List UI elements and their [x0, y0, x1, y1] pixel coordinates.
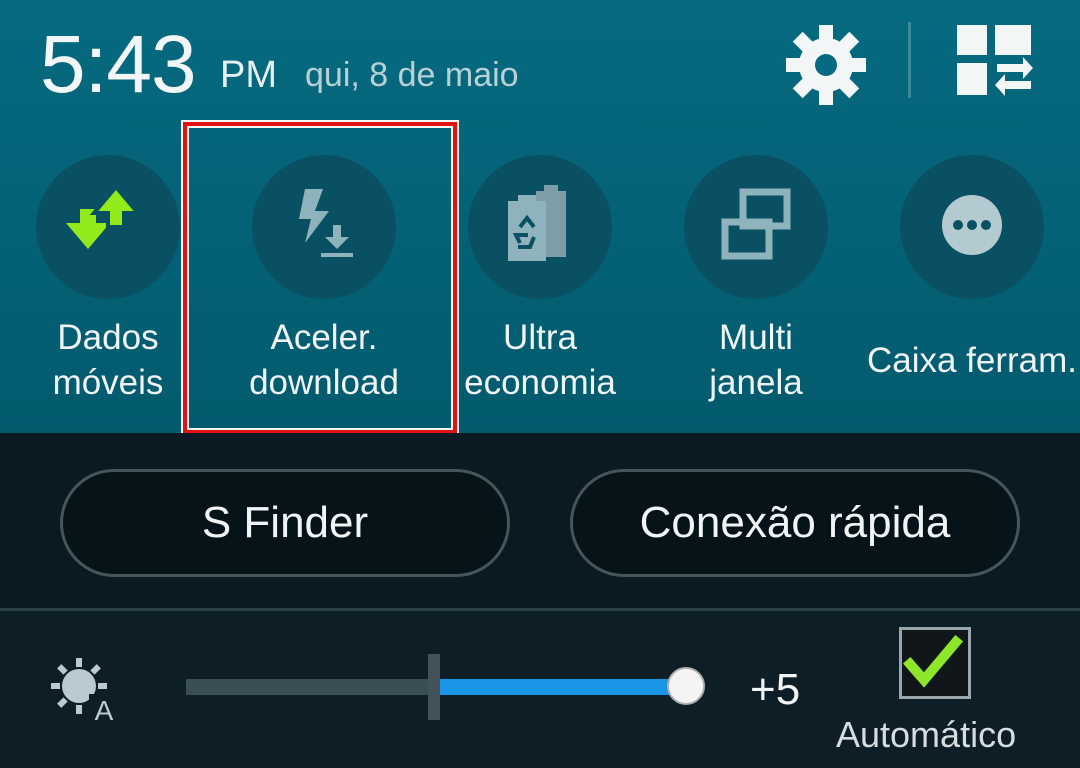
grid-swap-icon[interactable] — [957, 25, 1033, 97]
svg-text:A: A — [95, 695, 114, 724]
toggle-multi-window[interactable]: Multi janela — [648, 155, 864, 425]
gear-icon[interactable] — [783, 22, 869, 108]
auto-brightness-icon: A — [45, 654, 119, 726]
brightness-slider-midmark — [428, 654, 440, 720]
toolbox-icon — [940, 193, 1004, 262]
ultra-power-saving-icon — [502, 184, 578, 270]
brightness-level-label: +5 — [750, 665, 801, 714]
toggle-download-booster[interactable]: Aceler. download — [216, 155, 432, 425]
toggle-circle — [36, 155, 180, 299]
clock-ampm: PM — [220, 54, 277, 96]
toggle-circle — [252, 155, 396, 299]
quick-connect-button[interactable]: Conexão rápida — [570, 469, 1020, 577]
mobile-data-icon — [62, 179, 154, 276]
clock-time: 5:43 — [40, 19, 197, 110]
toggle-circle — [900, 155, 1044, 299]
toggle-label: Ultra economia — [464, 318, 616, 402]
toggle-label: Dados móveis — [52, 318, 164, 402]
toggle-label: Caixa ferram. — [866, 341, 1078, 380]
toggle-circle — [468, 155, 612, 299]
toggle-ultra-power-saving[interactable]: Ultra economia — [432, 155, 648, 425]
multi-window-icon — [719, 188, 793, 267]
check-icon — [902, 634, 964, 688]
auto-brightness-checkbox[interactable] — [899, 627, 971, 699]
brightness-slider-thumb[interactable] — [667, 667, 705, 705]
toggle-circle — [684, 155, 828, 299]
brightness-slider-fill — [434, 679, 686, 695]
toggle-toolbox[interactable]: Caixa ferram. — [864, 155, 1080, 425]
shortcut-bar: S Finder Conexão rápida — [0, 433, 1080, 608]
toggle-label: Multi janela — [709, 318, 803, 402]
s-finder-button[interactable]: S Finder — [60, 469, 510, 577]
toggle-mobile-data[interactable]: Dados móveis — [0, 155, 216, 425]
status-date: qui, 8 de maio — [305, 56, 519, 94]
auto-brightness-label: Automático — [836, 714, 1017, 755]
toggle-label: Aceler. download — [249, 318, 399, 402]
download-booster-icon — [289, 185, 359, 270]
header-divider — [908, 22, 911, 98]
